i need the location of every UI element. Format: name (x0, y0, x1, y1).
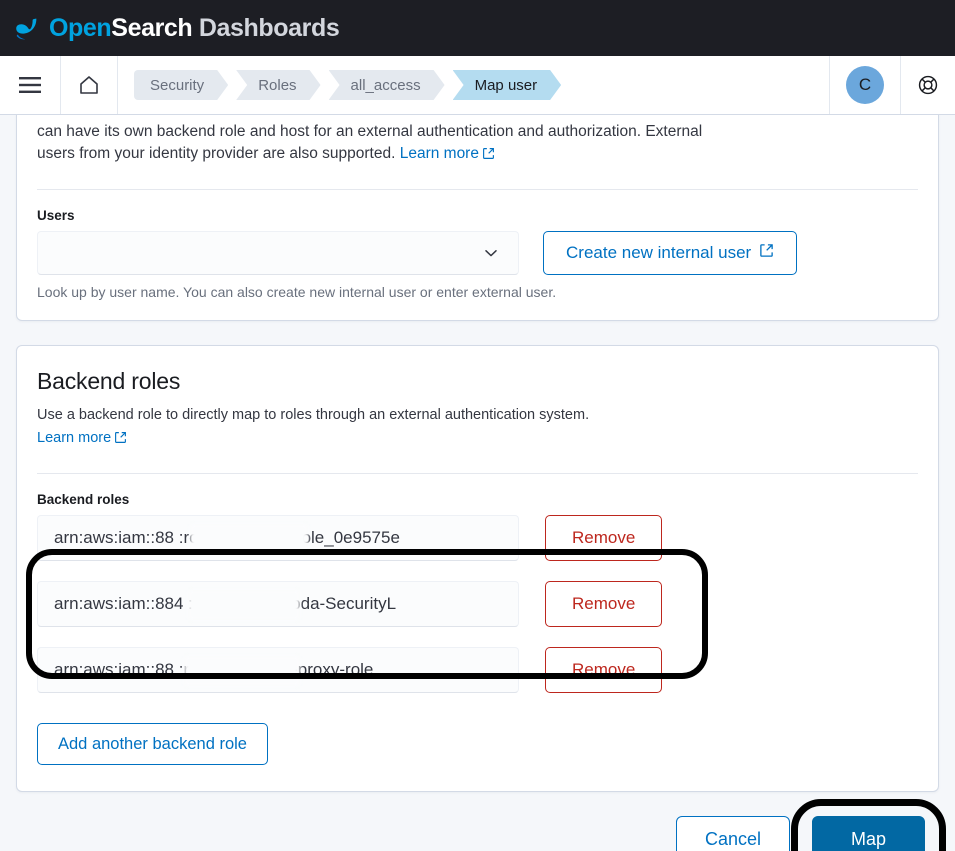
users-combobox[interactable] (37, 231, 519, 275)
backend-roles-field-label: Backend roles (37, 492, 918, 507)
intro-learn-more-label: Learn more (400, 145, 479, 162)
divider (37, 189, 918, 190)
backend-role-input[interactable]: arn:aws:iam::88 :role/97b470b0-proxy-ro… (37, 647, 519, 693)
footer-actions: Cancel Map (16, 792, 939, 851)
remove-backend-role-button[interactable]: Remove (545, 647, 662, 693)
backend-roles-description-text: Use a backend role to directly map to ro… (37, 407, 589, 423)
intro-text: can have its own backend role and host f… (37, 115, 717, 167)
home-button[interactable] (61, 56, 118, 114)
backend-role-input[interactable]: arn:aws:iam::884 :role/blog-lambda-Secur… (37, 581, 519, 627)
home-icon (77, 73, 101, 97)
divider (37, 473, 918, 474)
users-panel: can have its own backend role and host f… (16, 115, 939, 321)
create-new-internal-user-button[interactable]: Create new internal user (543, 231, 797, 275)
brand[interactable]: OpenSearch Dashboards (12, 13, 339, 43)
breadcrumb-item-roles[interactable]: Roles (236, 70, 320, 100)
users-field-label: Users (37, 208, 918, 223)
backend-learn-more-label: Learn more (37, 430, 111, 446)
backend-roles-description: Use a backend role to directly map to ro… (37, 405, 918, 451)
backend-role-value: arn:aws:iam::88 :role/97b470b0-proxy-ro… (54, 660, 373, 680)
remove-backend-role-button[interactable]: Remove (545, 581, 662, 627)
backend-role-row: arn:aws:iam::88 :role/cog_auth_role_0e9… (37, 515, 918, 561)
breadcrumb-item-all-access[interactable]: all_access (329, 70, 445, 100)
external-link-icon (759, 243, 774, 263)
map-button[interactable]: Map (812, 816, 925, 851)
chevron-down-icon (482, 244, 500, 262)
backend-role-row: arn:aws:iam::88 :role/97b470b0-proxy-ro… (37, 647, 918, 693)
avatar: C (846, 66, 884, 104)
cancel-button[interactable]: Cancel (676, 816, 790, 851)
external-link-icon (482, 145, 495, 167)
help-button[interactable] (900, 56, 955, 114)
backend-roles-title: Backend roles (37, 368, 918, 395)
backend-role-input[interactable]: arn:aws:iam::88 :role/cog_auth_role_0e9… (37, 515, 519, 561)
backend-roles-panel: Backend roles Use a backend role to dire… (16, 345, 939, 792)
breadcrumb-item-map-user[interactable]: Map user (453, 70, 562, 100)
create-new-internal-user-label: Create new internal user (566, 243, 751, 263)
nav-right-group: C (829, 56, 955, 114)
backend-learn-more-link[interactable]: Learn more (37, 430, 111, 446)
backend-role-row: arn:aws:iam::884 :role/blog-lambda-Secur… (37, 581, 918, 627)
user-account-button[interactable]: C (829, 56, 900, 114)
intro-learn-more-link[interactable]: Learn more (400, 145, 479, 162)
app-header: OpenSearch Dashboards (0, 0, 955, 56)
brand-open-text: Open (49, 14, 111, 42)
lifebuoy-help-icon (917, 74, 939, 96)
backend-role-value: arn:aws:iam::88 :role/cog_auth_role_0e9… (54, 528, 400, 548)
menu-button[interactable] (0, 56, 61, 114)
users-row: Create new internal user (37, 231, 918, 275)
intro-line-1: can have its own backend role and host f… (37, 123, 702, 140)
navigation-bar: Security Roles all_access Map user C (0, 56, 955, 115)
external-link-icon (114, 430, 127, 451)
map-button-wrapper: Map (812, 816, 925, 851)
users-helper-text: Look up by user name. You can also creat… (37, 284, 918, 300)
breadcrumb-item-security[interactable]: Security (134, 70, 228, 100)
intro-line-2: users from your identity provider are al… (37, 145, 400, 162)
add-another-backend-role-button[interactable]: Add another backend role (37, 723, 268, 765)
backend-role-value: arn:aws:iam::884 :role/blog-lambda-Secur… (54, 594, 396, 614)
breadcrumb: Security Roles all_access Map user (118, 56, 567, 114)
hamburger-menu-icon (18, 76, 42, 94)
page-content: can have its own backend role and host f… (0, 115, 955, 851)
brand-dashboards-text: Dashboards (192, 14, 339, 42)
remove-backend-role-button[interactable]: Remove (545, 515, 662, 561)
brand-search-text: Search (111, 14, 192, 42)
opensearch-logo-icon (12, 13, 42, 43)
